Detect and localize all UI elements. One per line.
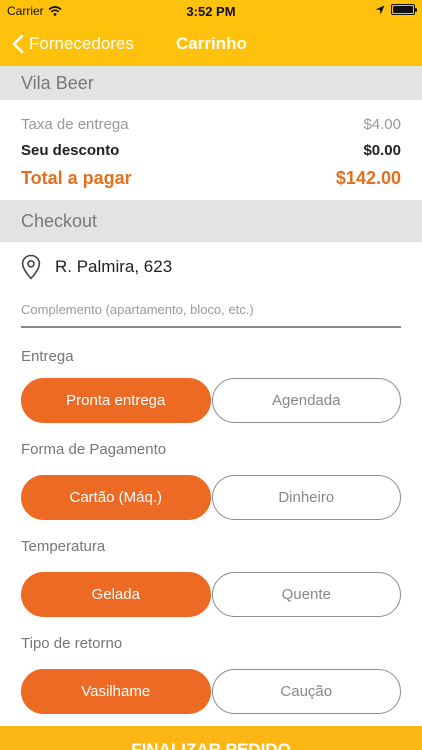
complement-input[interactable]: [21, 298, 401, 328]
temperature-label: Temperatura: [21, 538, 106, 555]
total-value: $142.00: [335, 168, 401, 188]
delivery-label: Entrega: [21, 348, 74, 365]
address-row[interactable]: R. Palmira, 623: [21, 254, 172, 280]
delivery-fee-label: Taxa de entrega: [21, 116, 129, 133]
payment-toggle: Cartão (Máq.) Dinheiro: [21, 475, 401, 520]
status-clock: 3:52 PM: [186, 4, 236, 19]
temperature-option-cold[interactable]: Gelada: [21, 572, 211, 617]
back-button[interactable]: Fornecedores: [12, 22, 134, 66]
payment-option-cash[interactable]: Dinheiro: [211, 475, 401, 520]
location-arrow-icon: [375, 5, 385, 14]
discount-label: Seu desconto: [21, 142, 120, 159]
return-type-label: Tipo de retorno: [21, 635, 123, 652]
chevron-left-icon: [12, 34, 24, 54]
payment-option-card[interactable]: Cartão (Máq.): [21, 475, 211, 520]
delivery-fee-value: $4.00: [363, 116, 401, 133]
total-label: Total a pagar: [21, 168, 132, 188]
navigation-bar: Fornecedores Carrinho: [0, 22, 422, 66]
return-option-deposit[interactable]: Caução: [211, 669, 401, 714]
back-label: Fornecedores: [29, 34, 134, 53]
payment-label: Forma de Pagamento: [21, 441, 167, 458]
delivery-fee-row: Taxa de entrega $4.00: [21, 116, 401, 133]
map-pin-icon: [21, 254, 41, 280]
temperature-toggle: Gelada Quente: [21, 572, 401, 617]
store-section-header: Vila Beer: [0, 66, 422, 100]
page-title: Carrinho: [176, 34, 247, 53]
delivery-toggle: Pronta entrega Agendada: [21, 378, 401, 423]
address-text: R. Palmira, 623: [55, 257, 173, 276]
checkout-section-header: Checkout: [0, 200, 422, 242]
finalize-order-button[interactable]: FINALIZAR PEDIDO: [0, 726, 422, 750]
total-row: Total a pagar $142.00: [21, 168, 401, 189]
status-right: [375, 4, 417, 15]
discount-row: Seu desconto $0.00: [21, 142, 401, 159]
return-type-toggle: Vasilhame Caução: [21, 669, 401, 714]
delivery-option-immediate[interactable]: Pronta entrega: [21, 378, 211, 423]
return-option-bottle[interactable]: Vasilhame: [21, 669, 211, 714]
header-bar: Carrier 3:52 PM Fornecedores Carrinho: [0, 0, 422, 66]
delivery-option-scheduled[interactable]: Agendada: [211, 378, 401, 423]
temperature-option-warm[interactable]: Quente: [211, 572, 401, 617]
battery-icon: [391, 4, 417, 15]
discount-value: $0.00: [363, 142, 401, 159]
status-bar: Carrier 3:52 PM: [0, 0, 422, 22]
